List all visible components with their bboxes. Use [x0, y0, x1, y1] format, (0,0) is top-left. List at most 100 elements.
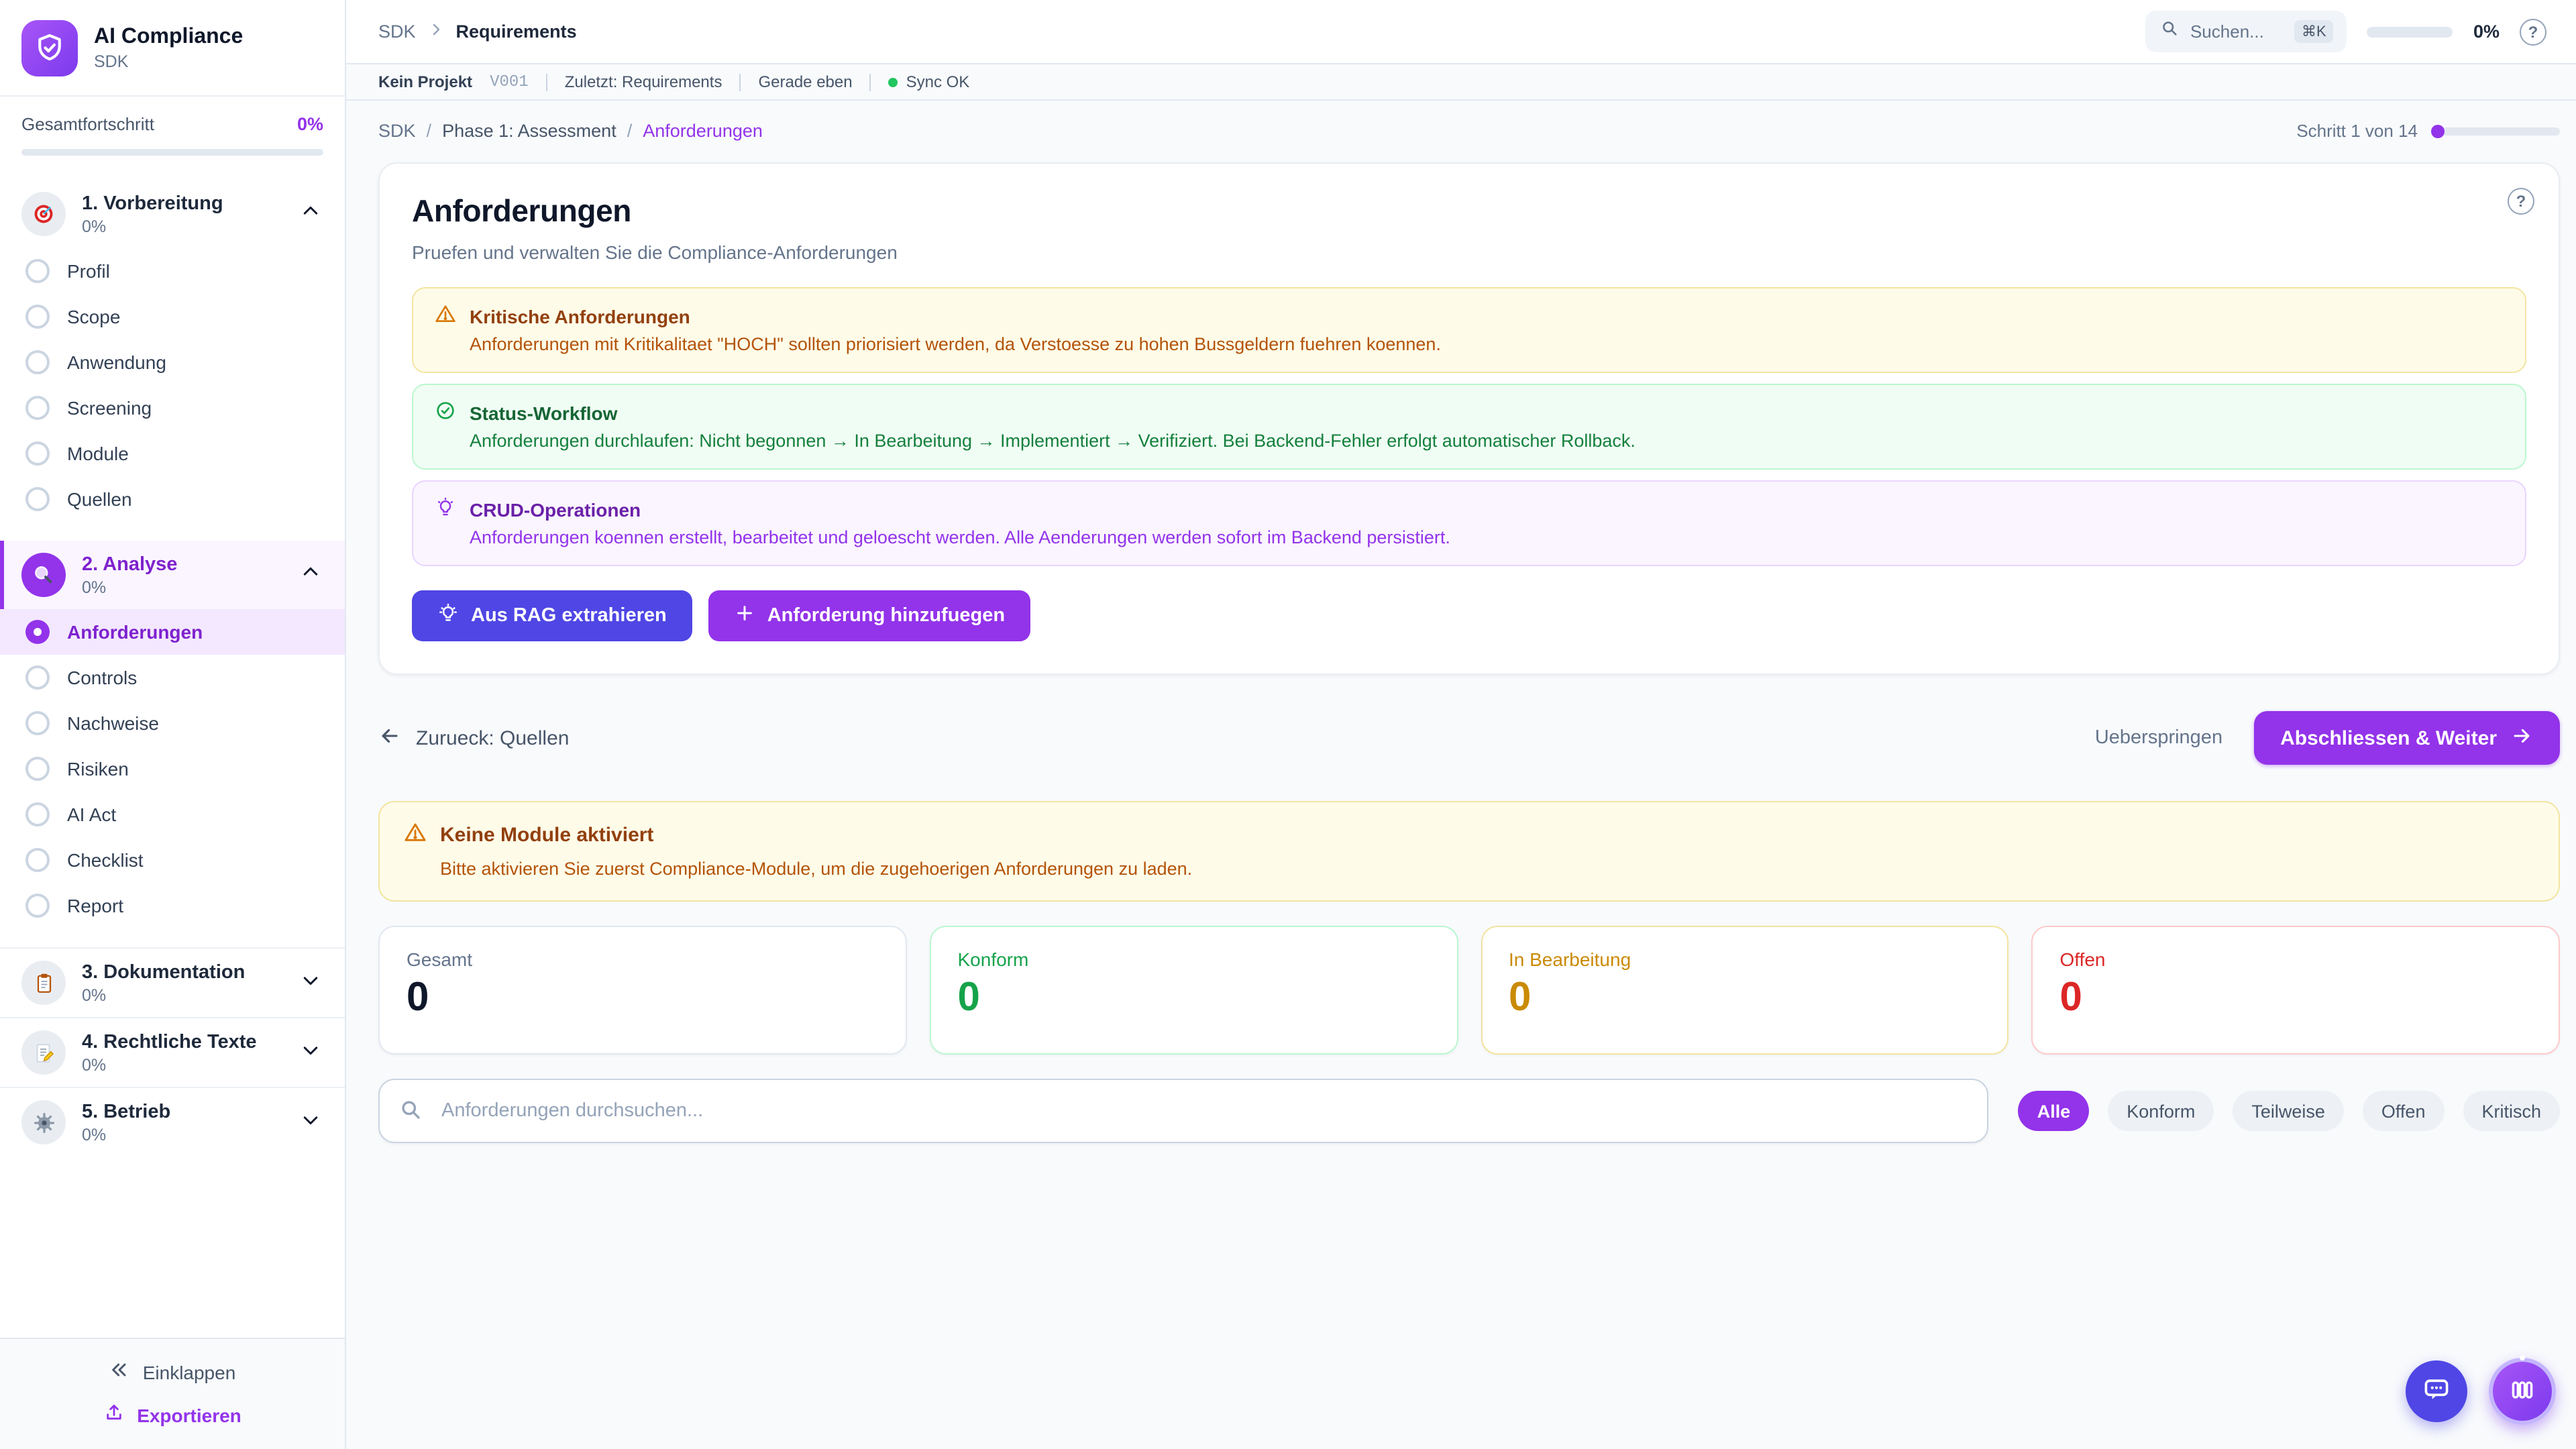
sync-status: Sync OK: [889, 72, 970, 91]
stat-card-konform: Konform 0: [930, 926, 1458, 1055]
stat-value: 0: [958, 975, 1430, 1021]
page-title: Anforderungen: [412, 193, 2526, 229]
sidebar-footer: Einklappen Exportieren: [0, 1338, 345, 1449]
sidebar-item-label: AI Act: [67, 804, 116, 825]
sidebar-item-label: Profil: [67, 260, 110, 282]
sidebar-item-label: Anwendung: [67, 352, 166, 373]
wizard-breadcrumb-row: SDK / Phase 1: Assessment / Anforderunge…: [346, 101, 2576, 141]
warning-triangle-icon: [404, 821, 427, 849]
gear-icon: [21, 1100, 66, 1144]
sidebar-section-dokumentation[interactable]: 3. Dokumentation 0%: [0, 947, 345, 1017]
step-circle: [25, 441, 50, 466]
sidebar-item-risiken[interactable]: Risiken: [0, 746, 345, 792]
sidebar-item-label: Module: [67, 443, 129, 464]
filter-chip-konform[interactable]: Konform: [2108, 1091, 2214, 1131]
crumb-root[interactable]: SDK: [378, 121, 416, 141]
status-bar: Kein Projekt V001 Zuletzt: Requirements …: [346, 64, 2576, 101]
export-label: Exportieren: [137, 1404, 241, 1426]
skip-button[interactable]: Ueberspringen: [2095, 727, 2222, 749]
sidebar-section-betrieb[interactable]: 5. Betrieb 0%: [0, 1087, 345, 1157]
extract-from-rag-button[interactable]: Aus RAG extrahieren: [412, 590, 692, 641]
section-label: 5. Betrieb: [82, 1101, 284, 1122]
stat-value: 0: [407, 975, 879, 1021]
app-logo: AI Compliance SDK: [0, 0, 345, 97]
sidebar-item-anforderungen[interactable]: Anforderungen: [0, 609, 345, 655]
chevron-down-icon: [301, 1039, 321, 1066]
check-circle-icon: [435, 400, 456, 425]
shield-check-icon: [21, 20, 78, 76]
note-title: CRUD-Operationen: [470, 498, 641, 520]
note-body: Anforderungen mit Kritikalitaet "HOCH" s…: [470, 334, 2504, 354]
filter-chip-teilweise[interactable]: Teilweise: [2233, 1091, 2344, 1131]
project-name: Kein Projekt: [378, 72, 472, 91]
last-step-label: Zuletzt: Requirements: [565, 72, 722, 91]
requirements-search-input[interactable]: [378, 1079, 1989, 1143]
back-label: Zurueck: Quellen: [416, 727, 569, 749]
header-progress-value: 0%: [2473, 21, 2500, 42]
step-circle: [25, 396, 50, 420]
crumb-phase[interactable]: Phase 1: Assessment: [442, 121, 616, 141]
add-requirement-button[interactable]: Anforderung hinzufuegen: [708, 590, 1030, 641]
card-help-icon[interactable]: ?: [2508, 188, 2534, 215]
chevron-down-icon: [301, 969, 321, 996]
sidebar-item-label: Nachweise: [67, 712, 159, 734]
note-body: Anforderungen koennen erstellt, bearbeit…: [470, 527, 2504, 547]
sidebar-item-screening[interactable]: Screening: [0, 385, 345, 431]
crumb-separator: /: [627, 121, 633, 141]
columns-view-button[interactable]: [2489, 1358, 2556, 1425]
step-circle-active: [25, 620, 50, 644]
sidebar-item-ai-act[interactable]: AI Act: [0, 792, 345, 837]
section-percent: 0%: [82, 217, 284, 235]
sidebar: AI Compliance SDK Gesamtfortschritt 0% 1…: [0, 0, 346, 1449]
sidebar-item-nachweise[interactable]: Nachweise: [0, 700, 345, 746]
sidebar-item-profil[interactable]: Profil: [0, 248, 345, 294]
filter-chip-offen[interactable]: Offen: [2363, 1091, 2445, 1131]
target-icon: [21, 192, 66, 236]
step-progress-bar: [2431, 127, 2560, 135]
chat-button[interactable]: [2406, 1360, 2467, 1422]
alert-body: Bitte aktivieren Sie zuerst Compliance-M…: [440, 859, 2534, 879]
collapse-sidebar-button[interactable]: Einklappen: [109, 1359, 236, 1385]
sidebar-item-module[interactable]: Module: [0, 431, 345, 476]
note-title: Kritische Anforderungen: [470, 305, 690, 327]
filter-chip-alle[interactable]: Alle: [2019, 1091, 2090, 1131]
app-root: AI Compliance SDK Gesamtfortschritt 0% 1…: [0, 0, 2576, 1449]
stat-label: In Bearbeitung: [1509, 949, 1981, 970]
sidebar-item-label: Checklist: [67, 849, 144, 871]
sidebar-section-analyse[interactable]: 2. Analyse 0%: [0, 541, 345, 609]
step-circle: [25, 848, 50, 872]
double-chevron-left-icon: [109, 1359, 131, 1385]
step-circle: [25, 711, 50, 735]
sidebar-section-rechtliche-texte[interactable]: 4. Rechtliche Texte 0%: [0, 1017, 345, 1087]
export-button[interactable]: Exportieren: [103, 1402, 241, 1428]
stat-label: Offen: [2060, 949, 2532, 970]
sidebar-item-scope[interactable]: Scope: [0, 294, 345, 339]
sidebar-item-report[interactable]: Report: [0, 883, 345, 928]
sidebar-item-checklist[interactable]: Checklist: [0, 837, 345, 883]
sidebar-section-vorbereitung[interactable]: 1. Vorbereitung 0%: [0, 180, 345, 248]
global-search-input[interactable]: [2190, 21, 2284, 42]
filter-chip-kritisch[interactable]: Kritisch: [2463, 1091, 2560, 1131]
step-circle: [25, 757, 50, 781]
sidebar-item-label: Quellen: [67, 488, 132, 510]
button-label: Anforderung hinzufuegen: [767, 605, 1005, 627]
plus-icon: [734, 602, 755, 629]
breadcrumb-root[interactable]: SDK: [378, 21, 416, 42]
sidebar-item-anwendung[interactable]: Anwendung: [0, 339, 345, 385]
divider: [739, 73, 741, 91]
help-icon[interactable]: ?: [2520, 18, 2546, 45]
global-search[interactable]: ⌘K: [2146, 11, 2347, 52]
stat-card-in-bearbeitung: In Bearbeitung 0: [1481, 926, 2009, 1055]
arrow-right-icon: [2510, 724, 2533, 752]
back-button[interactable]: Zurueck: Quellen: [378, 724, 569, 752]
sidebar-item-quellen[interactable]: Quellen: [0, 476, 345, 522]
section-label: 1. Vorbereitung: [82, 193, 284, 214]
note-crud-operationen: CRUD-Operationen Anforderungen koennen e…: [412, 480, 2526, 566]
upload-icon: [103, 1402, 125, 1428]
breadcrumb-current: Requirements: [456, 21, 577, 42]
finish-and-next-button[interactable]: Abschliessen & Weiter: [2253, 711, 2560, 765]
step-circle: [25, 802, 50, 826]
sidebar-item-controls[interactable]: Controls: [0, 655, 345, 700]
section-percent: 0%: [82, 578, 284, 596]
step-indicator: Schritt 1 von 14: [2296, 121, 2560, 141]
